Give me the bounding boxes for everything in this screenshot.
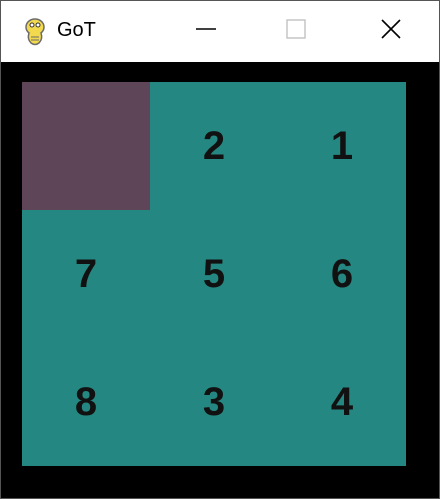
puzzle-tile[interactable]: 7 xyxy=(22,210,150,338)
puzzle-tile[interactable]: 1 xyxy=(278,82,406,210)
close-button[interactable] xyxy=(346,1,436,62)
puzzle-tile[interactable]: 2 xyxy=(150,82,278,210)
puzzle-tile[interactable]: 5 xyxy=(150,210,278,338)
minimize-button[interactable] xyxy=(161,1,251,62)
python-snake-icon xyxy=(21,17,49,47)
maximize-button[interactable] xyxy=(251,1,341,62)
puzzle-board: 21756834 xyxy=(22,82,406,466)
puzzle-tile[interactable]: 6 xyxy=(278,210,406,338)
puzzle-tile[interactable]: 8 xyxy=(22,338,150,466)
title-bar[interactable]: GoT xyxy=(1,1,439,62)
maximize-icon xyxy=(285,18,307,45)
minimize-icon xyxy=(195,18,217,45)
puzzle-tile[interactable]: 4 xyxy=(278,338,406,466)
puzzle-tile[interactable]: 3 xyxy=(150,338,278,466)
app-window: GoT 21756834 xyxy=(0,0,440,499)
empty-tile[interactable] xyxy=(22,82,150,210)
close-icon xyxy=(380,18,402,45)
window-title: GoT xyxy=(57,19,96,41)
game-canvas: 21756834 xyxy=(1,62,439,498)
